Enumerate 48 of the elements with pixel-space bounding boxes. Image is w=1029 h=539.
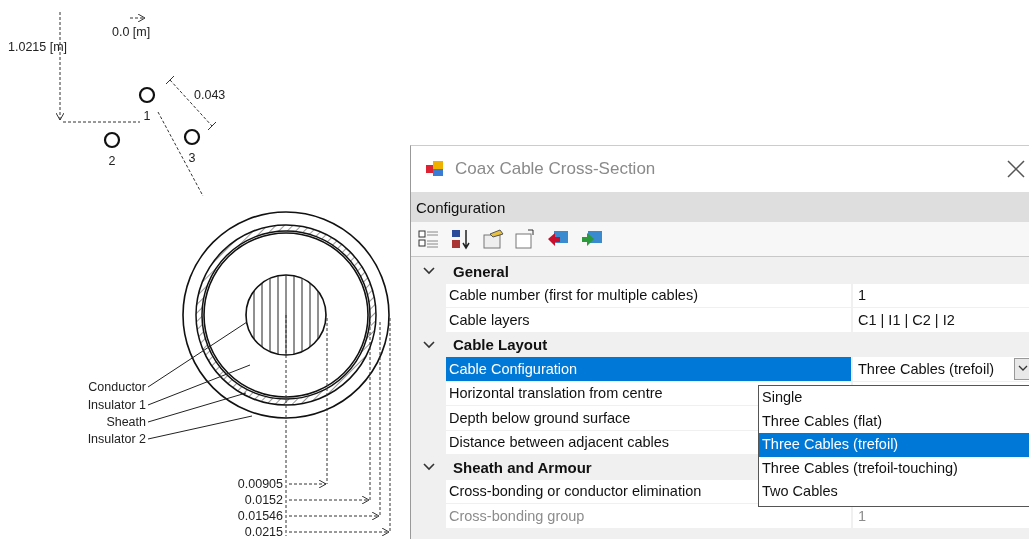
close-icon[interactable] [1006, 159, 1026, 179]
spacing-label: 0.043 [194, 88, 226, 102]
layer-label: Insulator 1 [87, 398, 146, 412]
dropdown-option[interactable]: Single [759, 386, 1029, 410]
property-name[interactable]: Distance between adjacent cables [449, 434, 670, 451]
category-heading: Sheath and Armour [452, 458, 592, 476]
property-name[interactable]: Horizontal translation from centre [449, 385, 663, 402]
cable-number: 1 [143, 109, 151, 123]
dropdown-button[interactable] [1014, 357, 1029, 380]
window-title: Coax Cable Cross-Section [455, 159, 656, 179]
radius-label: 0.0215 [244, 525, 283, 539]
category-heading: Cable Layout [452, 336, 548, 354]
document-icon[interactable] [514, 228, 536, 250]
horizontal-dimension-arrow [129, 13, 146, 23]
property-name[interactable]: Cross-bonding or conductor elimination [449, 483, 702, 500]
radius-label: 0.01546 [237, 509, 283, 523]
cable-circle [183, 128, 201, 146]
cable-circle [103, 131, 121, 149]
dropdown-option[interactable]: Three Cables (trefoil-touching) [759, 456, 1029, 480]
cable-circle [138, 86, 156, 104]
property-value: 1 [858, 507, 867, 524]
sort-icon[interactable] [450, 228, 472, 250]
caret-icon [1018, 365, 1028, 373]
cable-number: 2 [108, 154, 116, 168]
cable-number: 3 [188, 151, 196, 165]
dropdown-option[interactable]: Two Cables [759, 480, 1029, 504]
chevron-icon[interactable] [421, 266, 436, 277]
dropdown-option[interactable]: Three Cables (flat) [759, 409, 1029, 433]
horizontal-label: 0.0 [m] [112, 25, 151, 39]
category-heading: General [452, 262, 509, 280]
layer-label: Sheath [106, 415, 146, 429]
layer-label: Conductor [88, 380, 146, 394]
radius-label: 0.00905 [237, 477, 283, 491]
chevron-icon[interactable] [421, 462, 436, 473]
property-value: C1 | I1 | C2 | I2 [858, 311, 955, 328]
property-value: Three Cables (trefoil) [858, 360, 995, 377]
property-value: 1 [858, 287, 867, 304]
property-name[interactable]: Cable layers [449, 311, 530, 328]
configuration-header[interactable]: Configuration [411, 192, 1029, 222]
dropdown-option[interactable]: Three Cables (trefoil) [759, 433, 1029, 457]
app-icon [425, 159, 445, 179]
property-name[interactable]: Depth below ground surface [449, 409, 631, 426]
chevron-icon[interactable] [421, 339, 436, 350]
radius-label: 0.0152 [244, 493, 283, 507]
depth-label: 1.0215 [m] [8, 40, 68, 54]
layer-label: Insulator 2 [87, 432, 146, 446]
categorized-icon[interactable] [418, 229, 440, 249]
property-pages-icon[interactable] [482, 228, 504, 250]
